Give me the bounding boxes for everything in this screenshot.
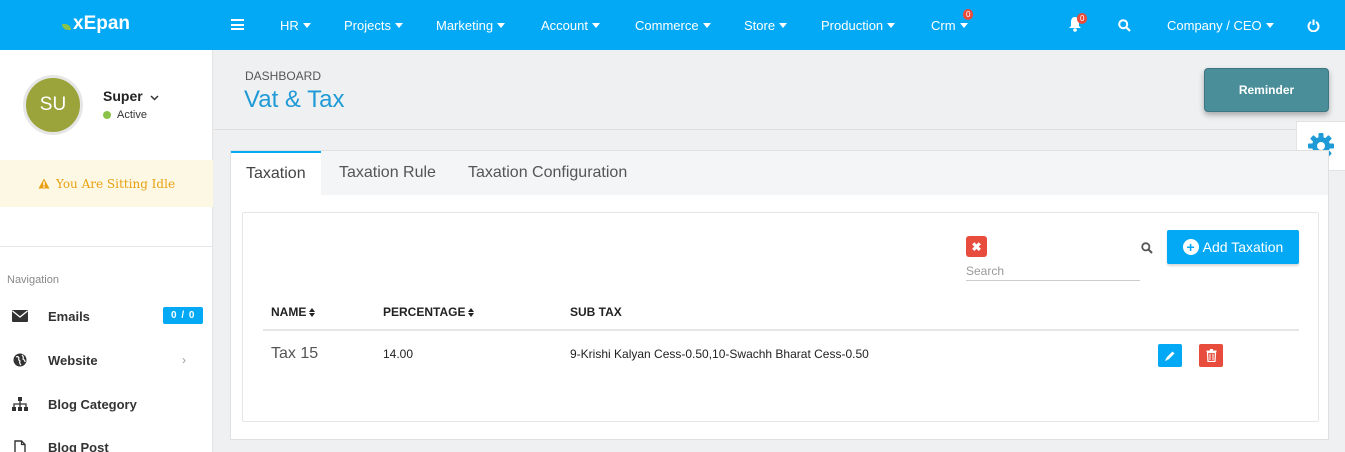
user-name: Super [103,88,143,104]
menu-account-label: Account [541,17,588,33]
top-navbar: xEpan HR Projects Marketing Account Comm… [0,0,1345,50]
menu-commerce-label: Commerce [635,17,699,33]
sidebar: SU Super Active You Are Sitting Idle Nav… [0,50,213,452]
cell-percentage: 14.00 [383,347,414,361]
delete-button[interactable] [1199,344,1223,367]
edit-button[interactable] [1158,344,1182,367]
caret-down-icon [591,22,600,28]
caret-down-icon [887,22,896,28]
company-menu-label: Company / CEO [1167,17,1262,33]
caret-down-icon [497,22,506,28]
sidebar-item-blog-post[interactable]: Blog Post [0,436,213,452]
avatar[interactable]: SU [23,75,83,135]
caret-down-icon [394,22,403,28]
tab-taxation[interactable]: Taxation [231,151,321,195]
tab-bar: Taxation Taxation Rule Taxation Configur… [231,151,1328,195]
app-logo[interactable]: xEpan [62,13,130,35]
search-icon[interactable] [1118,19,1131,37]
email-count-badge: 0 / 0 [163,307,204,324]
header-divider [263,329,1299,331]
menu-store[interactable]: Store [744,0,788,50]
pencil-icon [1165,351,1175,361]
leaf-icon [62,24,71,30]
chevron-right-icon: › [182,353,186,367]
column-header-label: PERCENTAGE [383,305,466,319]
menu-crm[interactable]: Crm [931,0,968,50]
globe-icon [12,353,28,367]
warning-icon [38,178,50,189]
status-dot [103,111,111,119]
file-icon [12,439,28,452]
header-divider [214,129,1345,130]
caret-down-icon [702,22,711,28]
plus-circle-icon: + [1182,239,1199,255]
close-icon: ✖ [971,239,982,254]
add-taxation-label: Add Taxation [1202,239,1284,255]
menu-production-label: Production [821,17,884,33]
tab-taxation-rule[interactable]: Taxation Rule [324,151,451,195]
crm-badge: 0 [963,9,974,20]
menu-projects-label: Projects [344,17,391,33]
company-menu[interactable]: Company / CEO [1167,0,1274,50]
taxation-panel: Taxation Taxation Rule Taxation Configur… [230,150,1329,440]
search-input[interactable] [966,261,1140,281]
breadcrumb[interactable]: DASHBOARD [245,69,321,83]
sidebar-item-emails[interactable]: Emails 0 / 0 [0,305,213,327]
caret-down-icon [1265,22,1274,28]
navigation-label: Navigation [7,274,59,286]
column-header-name[interactable]: NAME [271,305,316,319]
caret-down-icon [302,22,311,28]
user-status-label: Active [117,109,147,121]
taxation-grid: ✖ + Add Taxation NAME PERCENTAGE SUB TAX… [242,212,1319,422]
sidebar-item-label: Blog Post [48,439,109,452]
sort-icon [309,307,316,317]
menu-commerce[interactable]: Commerce [635,0,711,50]
trash-icon [1206,349,1216,362]
sidebar-item-blog-category[interactable]: Blog Category [0,393,213,415]
menu-store-label: Store [744,17,776,33]
envelope-icon [12,310,28,322]
column-header-sub-tax: SUB TAX [570,305,622,319]
column-header-percentage[interactable]: PERCENTAGE [383,305,475,319]
column-header-label: SUB TAX [570,305,622,319]
divider [0,246,213,247]
menu-crm-label: Crm [931,17,956,33]
column-header-label: NAME [271,305,307,319]
menu-marketing[interactable]: Marketing [436,0,506,50]
sidebar-item-label: Blog Category [48,396,137,412]
menu-hr-label: HR [280,17,299,33]
chevron-down-icon [150,95,159,101]
caret-down-icon [779,22,788,28]
sort-icon [468,307,475,317]
reminder-button[interactable]: Reminder [1204,68,1329,112]
clear-search-button[interactable]: ✖ [966,236,987,257]
menu-marketing-label: Marketing [436,17,494,33]
hamburger-menu-icon[interactable] [231,19,244,30]
user-status: Active [103,109,147,121]
avatar-initials: SU [39,94,67,115]
sidebar-item-label: Emails [48,308,90,324]
idle-message: You Are Sitting Idle [55,176,176,191]
menu-account[interactable]: Account [541,0,600,50]
sidebar-item-label: Website [48,352,98,368]
sidebar-item-website[interactable]: Website › [0,349,213,371]
search-icon[interactable] [1141,241,1153,259]
notification-badge: 0 [1077,13,1088,24]
menu-production[interactable]: Production [821,0,896,50]
tab-taxation-configuration[interactable]: Taxation Configuration [453,151,642,195]
menu-projects[interactable]: Projects [344,0,403,50]
user-menu[interactable]: Super [103,88,159,104]
power-icon[interactable] [1307,19,1320,37]
cell-name: Tax 15 [271,345,319,362]
idle-alert: You Are Sitting Idle [0,160,213,207]
caret-down-icon [959,22,968,28]
page-title: Vat & Tax [244,86,345,113]
sitemap-icon [12,397,28,411]
menu-hr[interactable]: HR [280,0,311,50]
app-logo-text: xEpan [73,13,131,34]
add-taxation-button[interactable]: + Add Taxation [1167,230,1299,264]
cell-sub-tax: 9-Krishi Kalyan Cess-0.50,10-Swachh Bhar… [570,347,869,361]
